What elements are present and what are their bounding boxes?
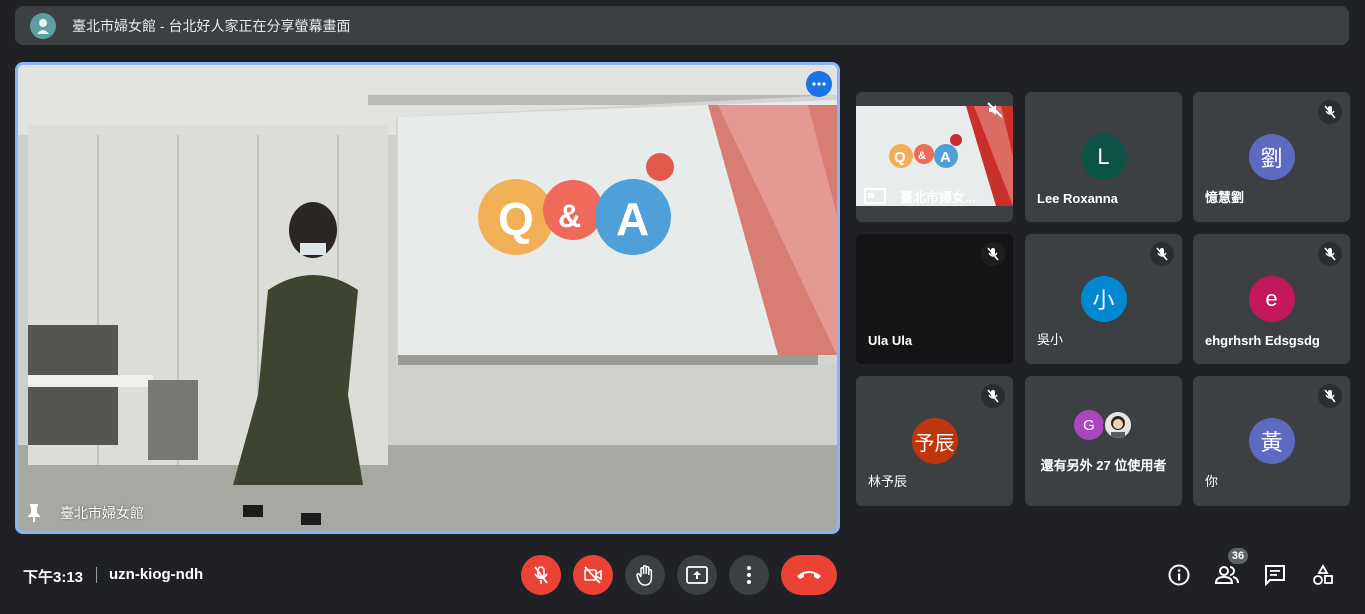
present-screen-icon: [864, 187, 886, 206]
camera-off-icon: [584, 566, 602, 584]
svg-text:&: &: [558, 198, 581, 234]
activities-icon: [1313, 564, 1333, 585]
mic-off-icon: [1318, 100, 1342, 124]
present-icon: [686, 566, 708, 584]
svg-text:Q: Q: [498, 193, 534, 245]
people-button[interactable]: [1215, 563, 1239, 587]
camera-toggle-button[interactable]: [573, 555, 613, 595]
present-screen-button[interactable]: [677, 555, 717, 595]
svg-text:A: A: [616, 193, 649, 245]
more-options-icon[interactable]: [806, 71, 832, 97]
control-bar: 下午3:13 uzn-kiog-ndh 36: [0, 545, 1365, 605]
tile-name: 憶慧劉: [1205, 190, 1245, 205]
tile-name: 你: [1205, 474, 1219, 489]
mic-off-icon: [1318, 384, 1342, 408]
tile-name: Lee Roxanna: [1037, 191, 1118, 206]
mic-toggle-button[interactable]: [521, 555, 561, 595]
hand-icon: [636, 565, 653, 586]
avatar: G: [1074, 410, 1104, 440]
avatar: 小: [1080, 276, 1127, 322]
mic-off-icon: [534, 566, 548, 584]
tile-self[interactable]: 黃 你: [1193, 376, 1350, 506]
svg-text:A: A: [940, 149, 951, 166]
muted-speaker-icon: [987, 102, 1003, 123]
tile-name: ehgrhsrh Edsgsdg: [1205, 333, 1320, 348]
avatar: e: [1248, 276, 1295, 322]
tile-participant[interactable]: e ehgrhsrh Edsgsdg: [1193, 234, 1350, 364]
tile-name: 還有另外 27 位使用者: [1040, 458, 1167, 473]
pin-icon[interactable]: [26, 503, 42, 523]
tile-name: 臺北市婦女...: [900, 190, 976, 205]
tile-name: 林予辰: [868, 474, 908, 489]
tile-name: 吳小: [1037, 332, 1064, 347]
avatar: [1103, 410, 1133, 440]
mic-off-icon: [1318, 242, 1342, 266]
info-icon: [1168, 564, 1190, 586]
mic-off-icon: [981, 242, 1005, 266]
mic-off-icon: [981, 384, 1005, 408]
people-icon: [1215, 566, 1239, 584]
svg-text:&: &: [918, 150, 926, 162]
tile-participant[interactable]: 予辰 林予辰: [856, 376, 1013, 506]
more-vert-icon: [747, 566, 751, 584]
tile-others[interactable]: G 還有另外 27 位使用者: [1025, 376, 1182, 506]
meeting-details-button[interactable]: [1167, 563, 1191, 587]
avatar: 劉: [1248, 134, 1295, 180]
tile-participant[interactable]: 劉 憶慧劉: [1193, 92, 1350, 222]
tile-screen-share[interactable]: Q & A 臺北市婦女...: [856, 92, 1013, 222]
tile-participant[interactable]: L Lee Roxanna: [1025, 92, 1182, 222]
avatar: L: [1080, 134, 1127, 180]
activities-button[interactable]: [1311, 563, 1335, 587]
chat-button[interactable]: [1263, 563, 1287, 587]
banner-title: 臺北市婦女館 - 台北好人家正在分享螢幕畫面: [72, 17, 351, 34]
call-end-icon: [797, 571, 821, 579]
avatar: 予辰: [911, 418, 958, 464]
presentation-banner: 臺北市婦女館 - 台北好人家正在分享螢幕畫面: [15, 6, 1349, 45]
chat-icon: [1265, 565, 1285, 586]
more-options-button[interactable]: [729, 555, 769, 595]
clock: 下午3:13: [23, 569, 84, 586]
tile-participant[interactable]: Ula Ula: [856, 234, 1013, 364]
room-video-feed: Q & A: [18, 65, 837, 531]
divider: [96, 567, 97, 583]
tile-label: 臺北市婦女...: [864, 187, 976, 206]
main-stage-label: 臺北市婦女館: [26, 503, 144, 523]
presenter-avatar: [30, 12, 56, 39]
presenter-name: 臺北市婦女館: [60, 505, 144, 521]
tile-participant[interactable]: 小 吳小: [1025, 234, 1182, 364]
tile-name: Ula Ula: [868, 333, 913, 348]
leave-call-button[interactable]: [781, 555, 837, 595]
main-video-stage[interactable]: Q & A 臺北市婦女館: [15, 62, 840, 534]
mic-off-icon: [1150, 242, 1174, 266]
raise-hand-button[interactable]: [625, 555, 665, 595]
participant-count-badge: 36: [1228, 548, 1248, 564]
svg-text:Q: Q: [894, 149, 906, 166]
avatar: 黃: [1248, 418, 1295, 464]
meeting-code: uzn-kiog-ndh: [109, 566, 204, 583]
